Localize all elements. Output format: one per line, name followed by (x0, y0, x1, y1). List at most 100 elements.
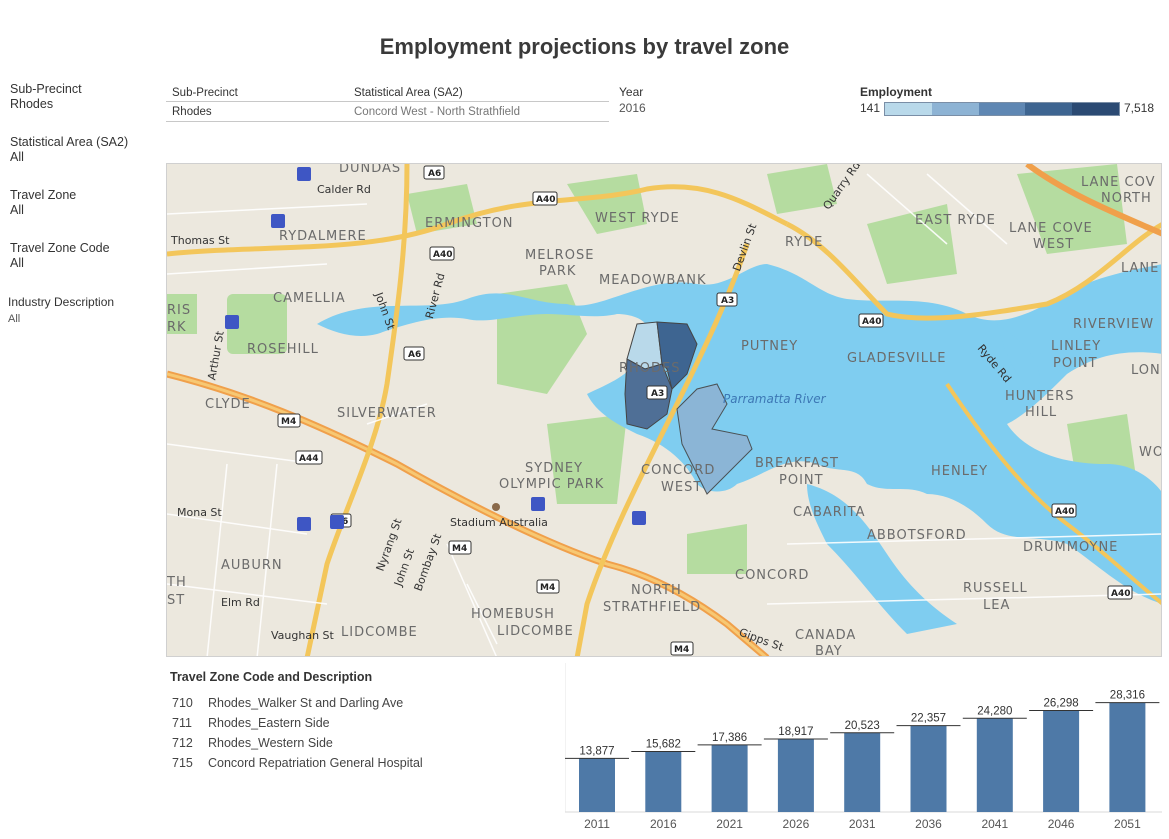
zone-description: Rhodes_Western Side (208, 736, 333, 750)
svg-text:MELROSE: MELROSE (525, 248, 594, 263)
svg-text:ERMINGTON: ERMINGTON (425, 216, 514, 231)
year-selector[interactable]: Year 2016 (619, 84, 646, 116)
bar-2016[interactable] (645, 751, 682, 812)
bar-value-label: 28,316 (1110, 690, 1145, 702)
legend-swatch (931, 103, 979, 115)
svg-text:A40: A40 (1055, 507, 1075, 517)
svg-text:STRATHFIELD: STRATHFIELD (603, 600, 701, 615)
year-value: 2016 (619, 101, 646, 115)
svg-text:RK: RK (167, 320, 187, 335)
svg-text:CLYDE: CLYDE (205, 397, 251, 412)
list-item[interactable]: 710 Rhodes_Walker St and Darling Ave (170, 693, 550, 713)
svg-text:ROSEHILL: ROSEHILL (247, 342, 319, 357)
svg-text:CANADA: CANADA (795, 628, 856, 643)
bar-2036[interactable] (910, 725, 947, 812)
table-row[interactable]: Rhodes Concord West - North Strathfield (166, 102, 609, 122)
svg-text:M4: M4 (674, 645, 689, 655)
filter-label: Sub-Precinct (10, 82, 82, 96)
svg-text:Mona St: Mona St (177, 506, 222, 519)
bar-2011[interactable] (579, 758, 615, 812)
filter-value: All (10, 256, 24, 270)
list-item[interactable]: 711 Rhodes_Eastern Side (170, 713, 550, 733)
svg-text:M4: M4 (281, 417, 296, 427)
travel-zone-list: Travel Zone Code and Description 710 Rho… (170, 670, 550, 773)
svg-text:PARK: PARK (539, 264, 576, 279)
x-tick-label: 2041 (981, 817, 1008, 831)
bar-value-label: 13,877 (579, 745, 614, 757)
list-item[interactable]: 712 Rhodes_Western Side (170, 733, 550, 753)
svg-text:WEST: WEST (661, 480, 702, 495)
svg-text:LANE COVE: LANE COVE (1009, 221, 1093, 236)
filter-industry[interactable]: Industry Description All (8, 295, 114, 327)
legend-swatch (885, 103, 932, 115)
svg-text:M4: M4 (452, 544, 467, 554)
svg-text:A40: A40 (1111, 589, 1131, 599)
legend-swatch (978, 103, 1026, 115)
filter-travel-zone[interactable]: Travel Zone All (10, 188, 76, 218)
svg-text:HILL: HILL (1025, 405, 1057, 420)
filter-sa2[interactable]: Statistical Area (SA2) All (10, 135, 128, 165)
svg-text:RYDE: RYDE (785, 235, 823, 250)
x-tick-label: 2016 (650, 817, 677, 831)
employment-bar-chart: 13,877 2011 15,682 2016 17,386 2021 18,917 2026… (565, 663, 1162, 839)
svg-text:M4: M4 (540, 583, 555, 593)
filter-travel-zone-code[interactable]: Travel Zone Code All (10, 241, 110, 271)
selection-table: Sub-Precinct Statistical Area (SA2) Rhod… (166, 84, 609, 122)
svg-text:Vaughan St: Vaughan St (271, 629, 335, 642)
svg-text:LANE COV: LANE COV (1081, 175, 1155, 190)
legend-swatch (1025, 103, 1073, 115)
x-tick-label: 2036 (915, 817, 942, 831)
legend-title: Employment (860, 85, 933, 99)
svg-text:Thomas St: Thomas St (170, 234, 230, 247)
map-view[interactable]: DUNDAS ERMINGTON WEST RYDE EAST RYDE LAN… (166, 163, 1162, 657)
svg-text:EAST RYDE: EAST RYDE (915, 213, 996, 228)
svg-text:POINT: POINT (1053, 356, 1098, 371)
svg-text:OLYMPIC PARK: OLYMPIC PARK (499, 477, 604, 492)
map-canvas[interactable]: DUNDAS ERMINGTON WEST RYDE EAST RYDE LAN… (167, 164, 1162, 657)
bar-2046[interactable] (1043, 710, 1080, 812)
zone-code: 710 (172, 696, 193, 710)
svg-text:WEST RYDE: WEST RYDE (595, 211, 680, 226)
svg-text:LANE: LANE (1121, 261, 1159, 276)
svg-text:LIDCOMBE: LIDCOMBE (341, 625, 418, 640)
svg-text:NORTH: NORTH (1101, 191, 1152, 206)
svg-text:MEADOWBANK: MEADOWBANK (599, 273, 706, 288)
bar-2031[interactable] (844, 732, 881, 812)
svg-text:CONCORD: CONCORD (641, 463, 715, 478)
zone-description: Rhodes_Walker St and Darling Ave (208, 696, 404, 710)
svg-text:WEST: WEST (1033, 237, 1074, 252)
bar-2051[interactable] (1109, 702, 1146, 812)
zone-code: 711 (172, 716, 192, 730)
svg-text:BREAKFAST: BREAKFAST (755, 456, 839, 471)
zone-description: Concord Repatriation General Hospital (208, 756, 423, 770)
svg-text:AUBURN: AUBURN (221, 558, 283, 573)
column-header: Statistical Area (SA2) (354, 86, 463, 99)
svg-text:CABARITA: CABARITA (793, 505, 865, 520)
table-cell: Rhodes (172, 105, 212, 118)
zone-code: 712 (172, 736, 193, 750)
bar-value-label: 20,523 (845, 720, 880, 732)
svg-text:LIDCOMBE: LIDCOMBE (497, 624, 574, 639)
svg-text:A3: A3 (721, 296, 734, 306)
svg-text:ABBOTSFORD: ABBOTSFORD (867, 528, 967, 543)
column-header: Sub-Precinct (172, 86, 238, 99)
svg-text:A40: A40 (536, 195, 556, 205)
x-tick-label: 2031 (849, 817, 876, 831)
svg-text:Parramatta River: Parramatta River (723, 392, 827, 406)
bar-chart-canvas: 13,877 2011 15,682 2016 17,386 2021 18,917 2026… (565, 663, 1162, 831)
bar-value-label: 17,386 (712, 732, 747, 744)
legend-swatch (1072, 103, 1119, 115)
filter-sub-precinct[interactable]: Sub-Precinct Rhodes (10, 82, 82, 112)
filter-label: Travel Zone (10, 188, 77, 202)
bar-2021[interactable] (711, 744, 748, 812)
svg-text:NORTH: NORTH (631, 583, 682, 598)
svg-text:LINLEY: LINLEY (1051, 339, 1101, 354)
poi-label: Stadium Australia (450, 516, 548, 529)
list-item[interactable]: 715 Concord Repatriation General Hospita… (170, 753, 550, 773)
svg-text:A40: A40 (433, 250, 453, 260)
filter-value: All (8, 313, 21, 325)
bar-2041[interactable] (976, 718, 1013, 812)
bar-2026[interactable] (777, 738, 814, 812)
bar-value-label: 18,917 (778, 726, 813, 738)
svg-text:A44: A44 (299, 454, 319, 464)
